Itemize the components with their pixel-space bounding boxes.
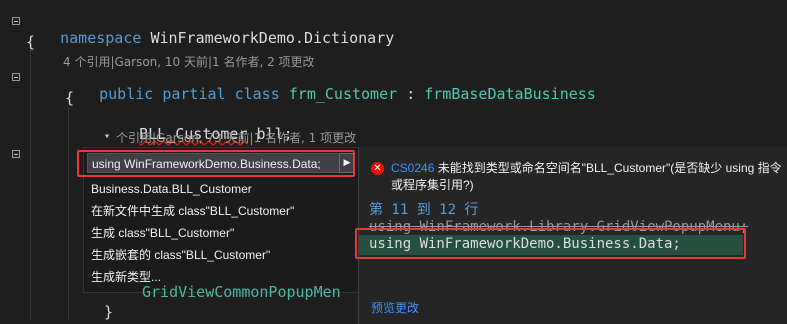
class-name: frm_Customer [288, 85, 398, 103]
error-code-link[interactable]: CS0246 [391, 161, 434, 175]
lightbulb-icon[interactable] [88, 131, 135, 161]
quick-action-generate-class[interactable]: 生成 class"BLL_Customer" [91, 223, 234, 243]
code-brace-close: } [104, 303, 114, 321]
preview-changes-link[interactable]: 预览更改 [371, 299, 419, 316]
code-line-hidden: GridViewCommonPopupMen [142, 283, 341, 301]
base-class-name: frmBaseDataBusiness [424, 85, 596, 103]
quick-action-generate-class-new-file[interactable]: 在新文件中生成 class"BLL_Customer" [91, 201, 294, 221]
indent-guide [30, 50, 31, 320]
indent-guide [68, 108, 69, 320]
quick-action-generate-nested-class[interactable]: 生成嵌套的 class"BLL_Customer" [91, 245, 270, 265]
codelens-field[interactable]: 个引用|Garson, 73 天前|1 名作者, 1 项更改 [116, 129, 356, 146]
fold-toggle-method[interactable] [12, 150, 20, 158]
preview-lines-label: 第 11 到 12 行 [369, 202, 479, 218]
namespace-name: WinFrameworkDemo.Dictionary [150, 29, 395, 47]
keyword-namespace: namespace [60, 29, 142, 47]
keyword-class: class [234, 85, 280, 103]
error-icon: ✕ [371, 162, 384, 175]
error-description: CS0246 未能找到类型或命名空间名"BLL_Customer"(是否缺少 u… [391, 160, 783, 194]
keyword-partial: partial [162, 85, 226, 103]
fold-toggle-class[interactable] [12, 73, 20, 81]
highlight-box-menu-item [77, 150, 355, 177]
code-editor[interactable]: namespace WinFrameworkDemo.Dictionary { … [0, 0, 787, 324]
fold-toggle-namespace[interactable] [12, 17, 20, 25]
highlight-box-added-line [355, 228, 746, 259]
code-brace-open-class: { [65, 89, 75, 107]
quick-action-fully-qualify[interactable]: Business.Data.BLL_Customer [91, 179, 252, 199]
error-message: 未能找到类型或命名空间名"BLL_Customer"(是否缺少 using 指令… [391, 161, 782, 192]
colon: : [406, 85, 416, 103]
lightbulb-chevron-icon[interactable]: ▾ [104, 131, 110, 142]
keyword-public: public [99, 85, 154, 103]
code-brace-open: { [26, 33, 36, 51]
